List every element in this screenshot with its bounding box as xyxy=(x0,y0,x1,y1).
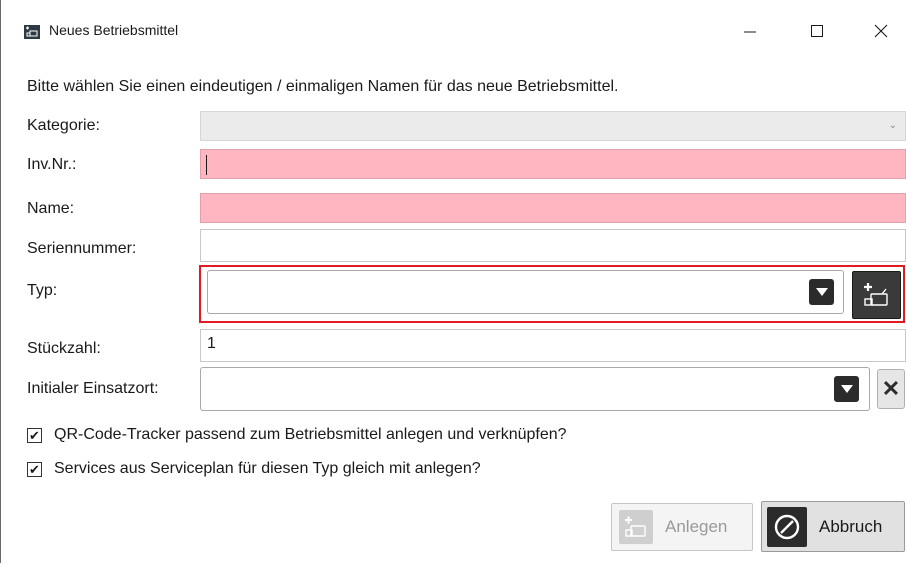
services-checkbox[interactable]: ✔ xyxy=(27,461,42,477)
typ-dropdown-button[interactable] xyxy=(809,279,834,305)
name-label: Name: xyxy=(27,200,75,217)
triangle-down-icon xyxy=(840,385,853,393)
checkmark-icon: ✔ xyxy=(29,461,40,477)
close-icon xyxy=(874,24,888,38)
add-type-icon xyxy=(863,283,888,306)
name-input[interactable] xyxy=(200,193,906,223)
window-title: Neues Betriebsmittel xyxy=(49,22,179,38)
maximize-icon xyxy=(811,25,823,37)
qr-tracker-checkbox[interactable]: ✔ xyxy=(27,427,42,443)
chevron-down-icon: ⌄ xyxy=(888,120,897,131)
seriennummer-input[interactable] xyxy=(200,229,906,262)
qr-tracker-label: QR-Code-Tracker passend zum Betriebsmitt… xyxy=(54,426,567,443)
anlegen-button[interactable]: Anlegen xyxy=(611,503,753,551)
einsatzort-combobox[interactable] xyxy=(200,367,870,411)
anlegen-label: Anlegen xyxy=(665,517,728,536)
invnr-input[interactable] xyxy=(200,149,906,179)
add-type-icon xyxy=(619,510,653,544)
minimize-button[interactable] xyxy=(727,14,773,48)
abbruch-button[interactable]: Abbruch xyxy=(761,501,905,552)
intro-text: Bitte wählen Sie einen eindeutigen / ein… xyxy=(27,78,619,95)
triangle-down-icon xyxy=(815,288,828,296)
add-typ-button[interactable] xyxy=(852,271,901,319)
stueckzahl-label: Stückzahl: xyxy=(27,340,101,357)
checkmark-icon: ✔ xyxy=(29,427,40,443)
clear-x-icon: ✕ xyxy=(881,376,901,401)
typ-label: Typ: xyxy=(27,282,58,299)
title-bar[interactable]: Neues Betriebsmittel xyxy=(1,0,905,56)
einsatzort-dropdown-button[interactable] xyxy=(834,376,859,402)
typ-combobox[interactable] xyxy=(207,270,844,314)
abbruch-label: Abbruch xyxy=(819,516,883,536)
dialog-window: Neues Betriebsmittel Bitte wählen Sie ei… xyxy=(0,0,906,563)
maximize-button[interactable] xyxy=(794,14,840,48)
cancel-icon xyxy=(767,506,807,547)
einsatzort-label: Initialer Einsatzort: xyxy=(27,380,159,397)
minimize-icon xyxy=(744,31,756,33)
text-cursor xyxy=(206,155,207,175)
kategorie-label: Kategorie: xyxy=(27,117,100,134)
close-button[interactable] xyxy=(858,14,904,48)
seriennummer-label: Seriennummer: xyxy=(27,240,137,257)
kategorie-select[interactable]: ⌄ xyxy=(200,111,906,141)
services-checkbox-row[interactable]: ✔ Services aus Serviceplan für diesen Ty… xyxy=(27,460,481,478)
clear-einsatzort-button[interactable]: ✕ xyxy=(877,369,905,409)
qr-tracker-checkbox-row[interactable]: ✔ QR-Code-Tracker passend zum Betriebsmi… xyxy=(27,426,567,444)
stueckzahl-value: 1 xyxy=(207,335,216,352)
invnr-label: Inv.Nr.: xyxy=(27,156,77,173)
services-label: Services aus Serviceplan für diesen Typ … xyxy=(54,460,481,477)
stueckzahl-input[interactable]: 1 xyxy=(200,329,906,362)
app-icon xyxy=(24,25,40,39)
